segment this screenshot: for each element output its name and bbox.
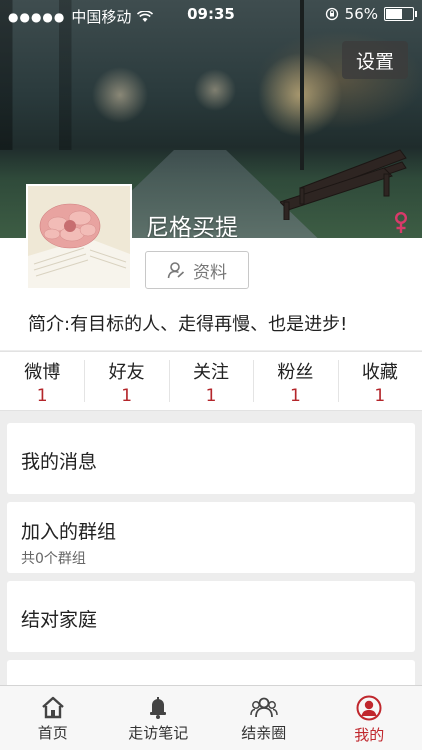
profile-bio: 简介:有目标的人、走得再慢、也是进步! xyxy=(28,314,348,335)
stat-followers[interactable]: 粉丝 1 xyxy=(253,352,337,410)
status-bar: ●●●●● 中国移动 09:35 56% xyxy=(0,0,422,30)
person-icon xyxy=(356,695,382,721)
tab-circle[interactable]: 结亲圈 xyxy=(211,686,317,750)
stat-label: 好友 xyxy=(108,362,145,383)
status-right: 56% xyxy=(325,5,417,23)
avatar[interactable] xyxy=(26,184,132,290)
stat-value: 1 xyxy=(205,386,217,406)
menu-title: 我的消息 xyxy=(21,451,98,473)
stat-value: 1 xyxy=(36,386,48,406)
stat-value: 1 xyxy=(290,386,301,406)
stat-label: 粉丝 xyxy=(277,362,314,383)
banner-bench xyxy=(280,149,407,220)
menu-joined-groups[interactable]: 加入的群组 共0个群组 xyxy=(7,502,415,573)
stats-bar: 微博 1 好友 1 关注 1 粉丝 1 收藏 1 xyxy=(0,351,422,411)
menu-paired-families[interactable]: 结对家庭 xyxy=(7,581,415,652)
tab-bar: 首页 走访笔记 结亲圈 我的 xyxy=(0,685,422,750)
people-icon xyxy=(250,697,278,718)
tab-label: 首页 xyxy=(37,724,68,742)
username: 尼格买提 xyxy=(146,215,238,241)
battery-percent: 56% xyxy=(344,5,378,23)
stat-label: 收藏 xyxy=(361,362,398,383)
tab-visit-notes[interactable]: 走访笔记 xyxy=(106,686,212,750)
profile-info-label: 资料 xyxy=(193,262,227,283)
user-edit-icon xyxy=(167,262,185,279)
home-icon xyxy=(41,696,64,719)
menu-title: 结对家庭 xyxy=(21,609,98,631)
tab-label: 我的 xyxy=(354,726,385,744)
tab-mine[interactable]: 我的 xyxy=(317,686,422,750)
avatar-image xyxy=(28,186,130,288)
stat-value: 1 xyxy=(374,386,386,406)
profile-info-button[interactable]: 资料 xyxy=(145,251,249,289)
battery-fill xyxy=(386,9,402,19)
female-icon xyxy=(395,212,407,233)
menu-title: 加入的群组 xyxy=(21,521,117,543)
tab-home[interactable]: 首页 xyxy=(0,686,106,750)
rotation-lock-icon xyxy=(325,7,338,21)
menu-my-messages[interactable]: 我的消息 xyxy=(7,423,415,494)
tab-label: 结亲圈 xyxy=(241,724,287,742)
bell-icon xyxy=(150,697,167,719)
stat-friends[interactable]: 好友 1 xyxy=(84,352,168,410)
stat-value: 1 xyxy=(121,386,133,406)
stat-weibo[interactable]: 微博 1 xyxy=(0,352,84,410)
stat-following[interactable]: 关注 1 xyxy=(168,352,253,410)
tab-label: 走访笔记 xyxy=(128,724,189,742)
stat-label: 微博 xyxy=(24,362,61,383)
stat-label: 关注 xyxy=(193,362,230,383)
group-count: 共0个群组 xyxy=(21,551,86,567)
settings-button[interactable]: 设置 xyxy=(342,41,408,79)
battery-icon xyxy=(384,7,417,21)
stat-favorites[interactable]: 收藏 1 xyxy=(337,352,422,410)
